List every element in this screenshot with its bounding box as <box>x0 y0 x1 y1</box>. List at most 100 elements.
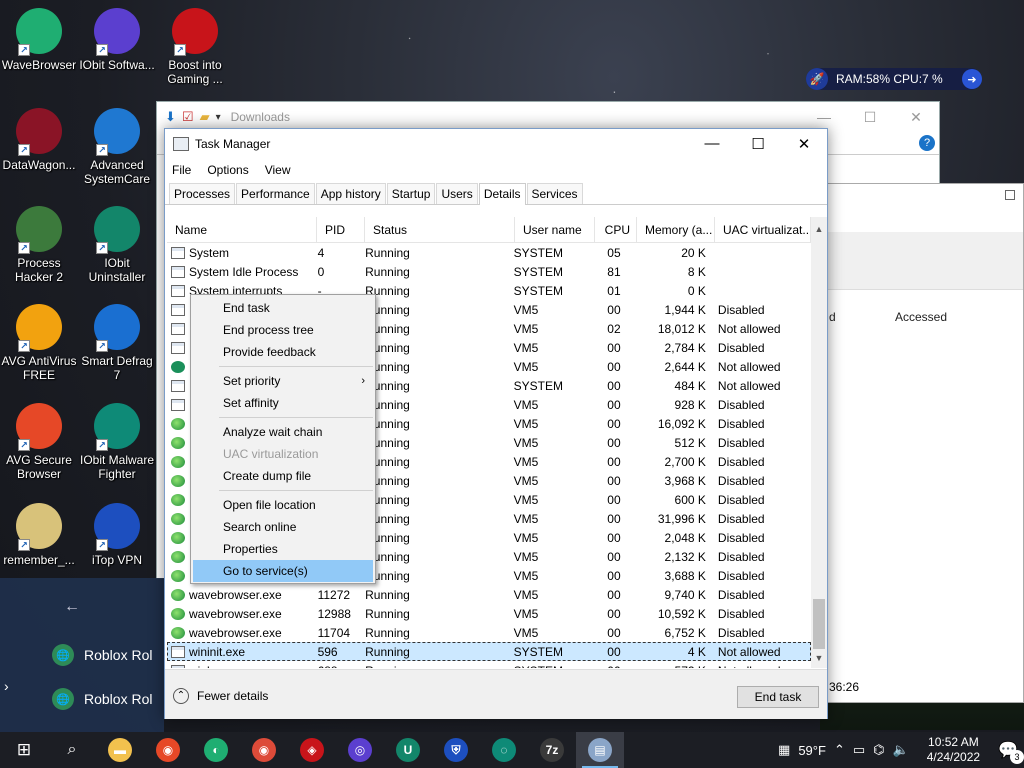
desktop-icon[interactable]: ↗ IObit Uninstaller <box>78 206 156 284</box>
desktop-icon[interactable]: ↗ DataWagon... <box>0 108 78 172</box>
taskbar-7zip[interactable]: 7z <box>528 732 576 768</box>
column-header-partial[interactable]: d <box>829 310 836 324</box>
ram-cpu-widget[interactable]: 🚀 RAM:58% CPU:7 % ➜ <box>806 68 982 90</box>
background-window[interactable]: d Accessed 36:26 <box>826 183 1024 703</box>
notification-icon[interactable]: 💬 3 <box>998 740 1024 764</box>
volume-icon[interactable]: 🔈 <box>893 742 909 758</box>
tab-services[interactable]: Services <box>526 183 583 204</box>
desktop-icon[interactable]: ↗ Process Hacker 2 <box>0 206 78 284</box>
desktop-icon[interactable]: ↗ Smart Defrag 7 <box>78 304 156 382</box>
menu-view[interactable]: View <box>265 163 291 177</box>
menu-item-end-process-tree[interactable]: End process tree <box>191 319 375 341</box>
taskbar-task-manager[interactable]: ▤ <box>576 732 624 768</box>
uac-cell: Disabled <box>717 568 765 583</box>
desktop-icon[interactable]: ↗ iTop VPN <box>78 503 156 567</box>
pid-cell: 688 <box>314 664 362 669</box>
table-row[interactable]: System 4 Running SYSTEM 05 20 K <box>167 243 811 262</box>
back-arrow-icon[interactable]: ← <box>64 598 80 616</box>
user-cell: VM5 <box>513 568 539 583</box>
table-row[interactable]: System Idle Process 0 Running SYSTEM 81 8 K <box>167 262 811 281</box>
menu-item-end-task[interactable]: End task <box>191 297 375 319</box>
download-arrow-icon[interactable]: ⬇ <box>165 109 176 125</box>
taskbar-iobit-uninstaller[interactable]: U <box>384 732 432 768</box>
desktop-icon[interactable]: ↗ Boost into Gaming ... <box>156 8 234 86</box>
scroll-up-icon[interactable]: ▲ <box>811 221 827 237</box>
vertical-scrollbar[interactable]: ▲ ▼ <box>811 217 827 668</box>
menu-file[interactable]: File <box>172 163 191 177</box>
taskbar-iobit-software[interactable]: ◎ <box>336 732 384 768</box>
start-app-item[interactable]: 🌐 Roblox Rol <box>52 644 152 666</box>
menu-item-properties[interactable]: Properties <box>191 538 375 560</box>
task-manager-titlebar[interactable]: Task Manager — ☐ ✕ <box>165 129 827 159</box>
desktop-icon[interactable]: ↗ Advanced SystemCare <box>78 108 156 186</box>
taskbar-iobit-malware-fighter[interactable]: ⛨ <box>432 732 480 768</box>
close-icon[interactable]: ✕ <box>893 109 939 126</box>
table-row[interactable]: winlogon.exe 688RunningSYSTEM00572 KNot a… <box>167 661 811 668</box>
expand-chevron-icon[interactable]: › <box>4 678 9 694</box>
tab-processes[interactable]: Processes <box>169 183 236 204</box>
properties-icon[interactable]: ☑ <box>182 109 194 125</box>
menu-item-analyze-wait-chain[interactable]: Analyze wait chain <box>191 421 375 443</box>
chevron-down-icon[interactable]: ▾ <box>216 112 221 123</box>
tab-details[interactable]: Details <box>478 183 526 205</box>
search-icon[interactable]: ⌕ <box>48 741 96 759</box>
taskbar-smart-defrag[interactable]: ◌ <box>480 732 528 768</box>
desktop-icon[interactable]: ↗ remember_... <box>0 503 78 567</box>
chevron-right-icon[interactable]: ➜ <box>962 69 982 89</box>
table-row[interactable]: wavebrowser.exe 11704 Running VM5 00 6,752 K D… <box>167 623 811 642</box>
windows-start-icon[interactable]: ⊞ <box>0 732 48 768</box>
menu-item-provide-feedback[interactable]: Provide feedback <box>191 341 375 363</box>
help-icon[interactable]: ? <box>919 135 935 151</box>
taskbar-chrome[interactable]: ◉ <box>240 732 288 768</box>
end-task-button[interactable]: End task <box>737 686 819 708</box>
column-header-cpu[interactable]: CPU <box>595 217 637 243</box>
table-row[interactable]: wininit.exe 596 Running SYSTEM 00 4 K Not allo… <box>167 642 811 661</box>
maximize-icon[interactable]: ☐ <box>847 109 893 126</box>
tab-users[interactable]: Users <box>436 183 478 204</box>
column-header-uac[interactable]: UAC virtualizat... <box>715 217 811 243</box>
menu-item-go-to-service-s[interactable]: Go to service(s) <box>193 560 373 582</box>
tab-startup[interactable]: Startup <box>386 183 436 204</box>
tab-performance[interactable]: Performance <box>236 183 315 204</box>
taskbar-file-explorer[interactable]: ▬ <box>96 732 144 768</box>
column-header-name[interactable]: Name <box>167 217 317 243</box>
minimize-icon[interactable]: — <box>801 109 847 126</box>
desktop-icon[interactable]: ↗ IObit Malware Fighter <box>78 403 156 481</box>
minimize-button[interactable]: — <box>689 135 735 153</box>
desktop-icon[interactable]: ↗ AVG Secure Browser <box>0 403 78 481</box>
column-header-pid[interactable]: PID <box>317 217 365 243</box>
chevron-up-icon[interactable]: ⌃ <box>834 742 845 758</box>
desktop-icon[interactable]: ↗ IObit Softwa... <box>78 8 156 72</box>
menu-item-create-dump-file[interactable]: Create dump file <box>191 465 375 487</box>
menu-options[interactable]: Options <box>207 163 248 177</box>
taskbar-avg-secure-browser[interactable]: ◉ <box>144 732 192 768</box>
desktop-icon[interactable]: ↗ AVG AntiVirus FREE <box>0 304 78 382</box>
folder-icon[interactable]: ▰ <box>200 109 210 125</box>
network-icon[interactable]: ▭ <box>853 742 865 758</box>
weather-temp[interactable]: 59°F <box>798 743 826 758</box>
scroll-down-icon[interactable]: ▼ <box>811 650 827 666</box>
clock[interactable]: 10:52 AM 4/24/2022 <box>927 735 980 765</box>
table-row[interactable]: wavebrowser.exe 11272 Running VM5 00 9,740 K D… <box>167 585 811 604</box>
menu-item-set-affinity[interactable]: Set affinity <box>191 392 375 414</box>
column-header-status[interactable]: Status <box>365 217 515 243</box>
scroll-thumb[interactable] <box>813 599 825 649</box>
maximize-icon[interactable] <box>1005 190 1015 200</box>
menu-item-set-priority[interactable]: Set priority › <box>191 370 375 392</box>
maximize-button[interactable]: ☐ <box>735 135 781 153</box>
column-header-accessed[interactable]: Accessed <box>895 310 947 324</box>
column-header-memory[interactable]: Memory (a... <box>637 217 715 243</box>
menu-item-search-online[interactable]: Search online <box>191 516 375 538</box>
start-app-item[interactable]: 🌐 Roblox Rol <box>52 688 152 710</box>
desktop-icon[interactable]: ↗ WaveBrowser <box>0 8 78 72</box>
table-row[interactable]: wavebrowser.exe 12988 Running VM5 00 10,592 K… <box>167 604 811 623</box>
taskbar-boost-gaming[interactable]: ◈ <box>288 732 336 768</box>
tab-app-history[interactable]: App history <box>315 183 386 204</box>
column-header-user[interactable]: User name <box>515 217 595 243</box>
taskbar-wavebrowser[interactable]: ◐ <box>192 732 240 768</box>
close-button[interactable]: ✕ <box>781 135 827 153</box>
weather-icon[interactable]: ▦ <box>778 742 790 758</box>
fewer-details-button[interactable]: ⌃ Fewer details <box>173 688 268 704</box>
wifi-icon[interactable]: ⌬ <box>873 742 884 758</box>
menu-item-open-file-location[interactable]: Open file location <box>191 494 375 516</box>
